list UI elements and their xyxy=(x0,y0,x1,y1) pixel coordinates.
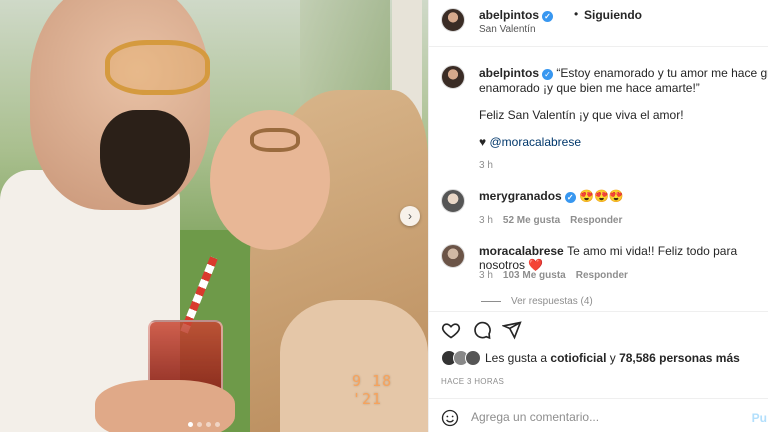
view-replies-button[interactable]: Ver respuestas (4) xyxy=(481,296,593,307)
comment-likes[interactable]: 52 Me gusta xyxy=(503,215,560,226)
comment-icon[interactable] xyxy=(472,320,492,340)
post-side-panel: abelpintos ✓ • Siguiendo San Valentín abe… xyxy=(428,0,768,432)
photo-woman-sunglasses xyxy=(250,128,300,152)
verified-badge-icon: ✓ xyxy=(542,11,554,22)
comment-input[interactable] xyxy=(471,407,741,427)
liker-avatar xyxy=(465,350,481,366)
verified-badge-icon: ✓ xyxy=(564,192,576,203)
caption-mention-link[interactable]: @moracalabrese xyxy=(489,135,581,149)
carousel-dot xyxy=(188,422,193,427)
comment-avatar[interactable] xyxy=(441,244,465,268)
verified-badge-icon: ✓ xyxy=(542,69,554,80)
comment-likes[interactable]: 103 Me gusta xyxy=(503,270,566,281)
comment-reply-button[interactable]: Responder xyxy=(570,215,622,226)
post-location[interactable]: San Valentín xyxy=(479,24,536,35)
comment-text: 😍😍😍 xyxy=(579,189,624,203)
likers-avatars[interactable] xyxy=(441,350,481,366)
heart-icon[interactable] xyxy=(441,320,461,340)
caption-author-avatar[interactable] xyxy=(441,65,465,89)
post-header: abelpintos ✓ • Siguiendo San Valentín xyxy=(429,0,768,47)
comment-time[interactable]: 3 h xyxy=(479,215,493,226)
share-icon[interactable] xyxy=(502,320,522,340)
author-avatar[interactable] xyxy=(441,8,465,32)
post-timestamp[interactable]: HACE 3 HORAS xyxy=(441,377,504,386)
comment-username[interactable]: moracalabrese xyxy=(479,244,564,258)
carousel-dot xyxy=(215,422,220,427)
caption-username[interactable]: abelpintos xyxy=(479,66,539,80)
heart-glyph-icon: ♥ xyxy=(479,135,487,149)
liker-username[interactable]: cotioficial xyxy=(550,351,606,365)
comment-username[interactable]: merygranados xyxy=(479,189,562,203)
caption-text: abelpintos ✓ “Estoy enamorado y tu amor m… xyxy=(479,66,768,96)
carousel-dot xyxy=(197,422,202,427)
comment-time[interactable]: 3 h xyxy=(479,270,493,281)
comment-reply-button[interactable]: Responder xyxy=(576,270,628,281)
comments-section[interactable]: abelpintos ✓ “Estoy enamorado y tu amor m… xyxy=(429,48,768,310)
comment-avatar[interactable] xyxy=(441,189,465,213)
comment-item: moracalabrese Te amo mi vida!! Feliz tod… xyxy=(479,244,768,272)
photo-man-sunglasses xyxy=(105,40,210,95)
post-actions-bar xyxy=(429,311,768,347)
caption-mention-line: ♥ @moracalabrese xyxy=(479,135,581,149)
emoji-icon[interactable] xyxy=(441,409,459,427)
chevron-right-icon: › xyxy=(408,209,412,223)
replies-divider xyxy=(481,301,501,302)
photo-woman-body xyxy=(280,300,428,432)
publish-button[interactable]: Pu xyxy=(752,411,767,425)
following-button[interactable]: Siguiendo xyxy=(584,8,642,22)
caption-line-2: enamorado ¡y que bien me hace amarte!” xyxy=(479,81,700,95)
comment-meta: 3 h 103 Me gusta Responder xyxy=(479,270,628,281)
header-separator: • xyxy=(574,7,579,21)
likes-prefix: Les gusta a xyxy=(485,351,551,365)
caption-time[interactable]: 3 h xyxy=(479,160,493,171)
comment-item: merygranados ✓ 😍😍😍 xyxy=(479,189,624,203)
carousel-dots xyxy=(188,422,220,427)
caption-line-1: “Estoy enamorado y tu amor me hace grand… xyxy=(556,66,768,80)
comment-meta: 3 h 52 Me gusta Responder xyxy=(479,215,622,226)
likes-connector: y xyxy=(606,351,620,365)
photo-date-stamp: 9 18 '21 xyxy=(352,372,393,408)
caption-line-3: Feliz San Valentín ¡y que viva el amor! xyxy=(479,108,684,122)
photo-man-beard xyxy=(100,110,190,205)
likes-summary: Les gusta a cotioficial y 78,586 persona… xyxy=(441,350,740,366)
carousel-dot xyxy=(206,422,211,427)
view-replies-label[interactable]: Ver respuestas (4) xyxy=(511,296,593,307)
author-username-text[interactable]: abelpintos xyxy=(479,8,539,22)
post-photo[interactable]: 9 18 '21 › xyxy=(0,0,428,432)
likes-count[interactable]: 78,586 personas más xyxy=(619,351,740,365)
add-comment-bar: Pu xyxy=(429,398,768,432)
carousel-next-button[interactable]: › xyxy=(400,206,420,226)
author-username[interactable]: abelpintos ✓ xyxy=(479,8,554,22)
